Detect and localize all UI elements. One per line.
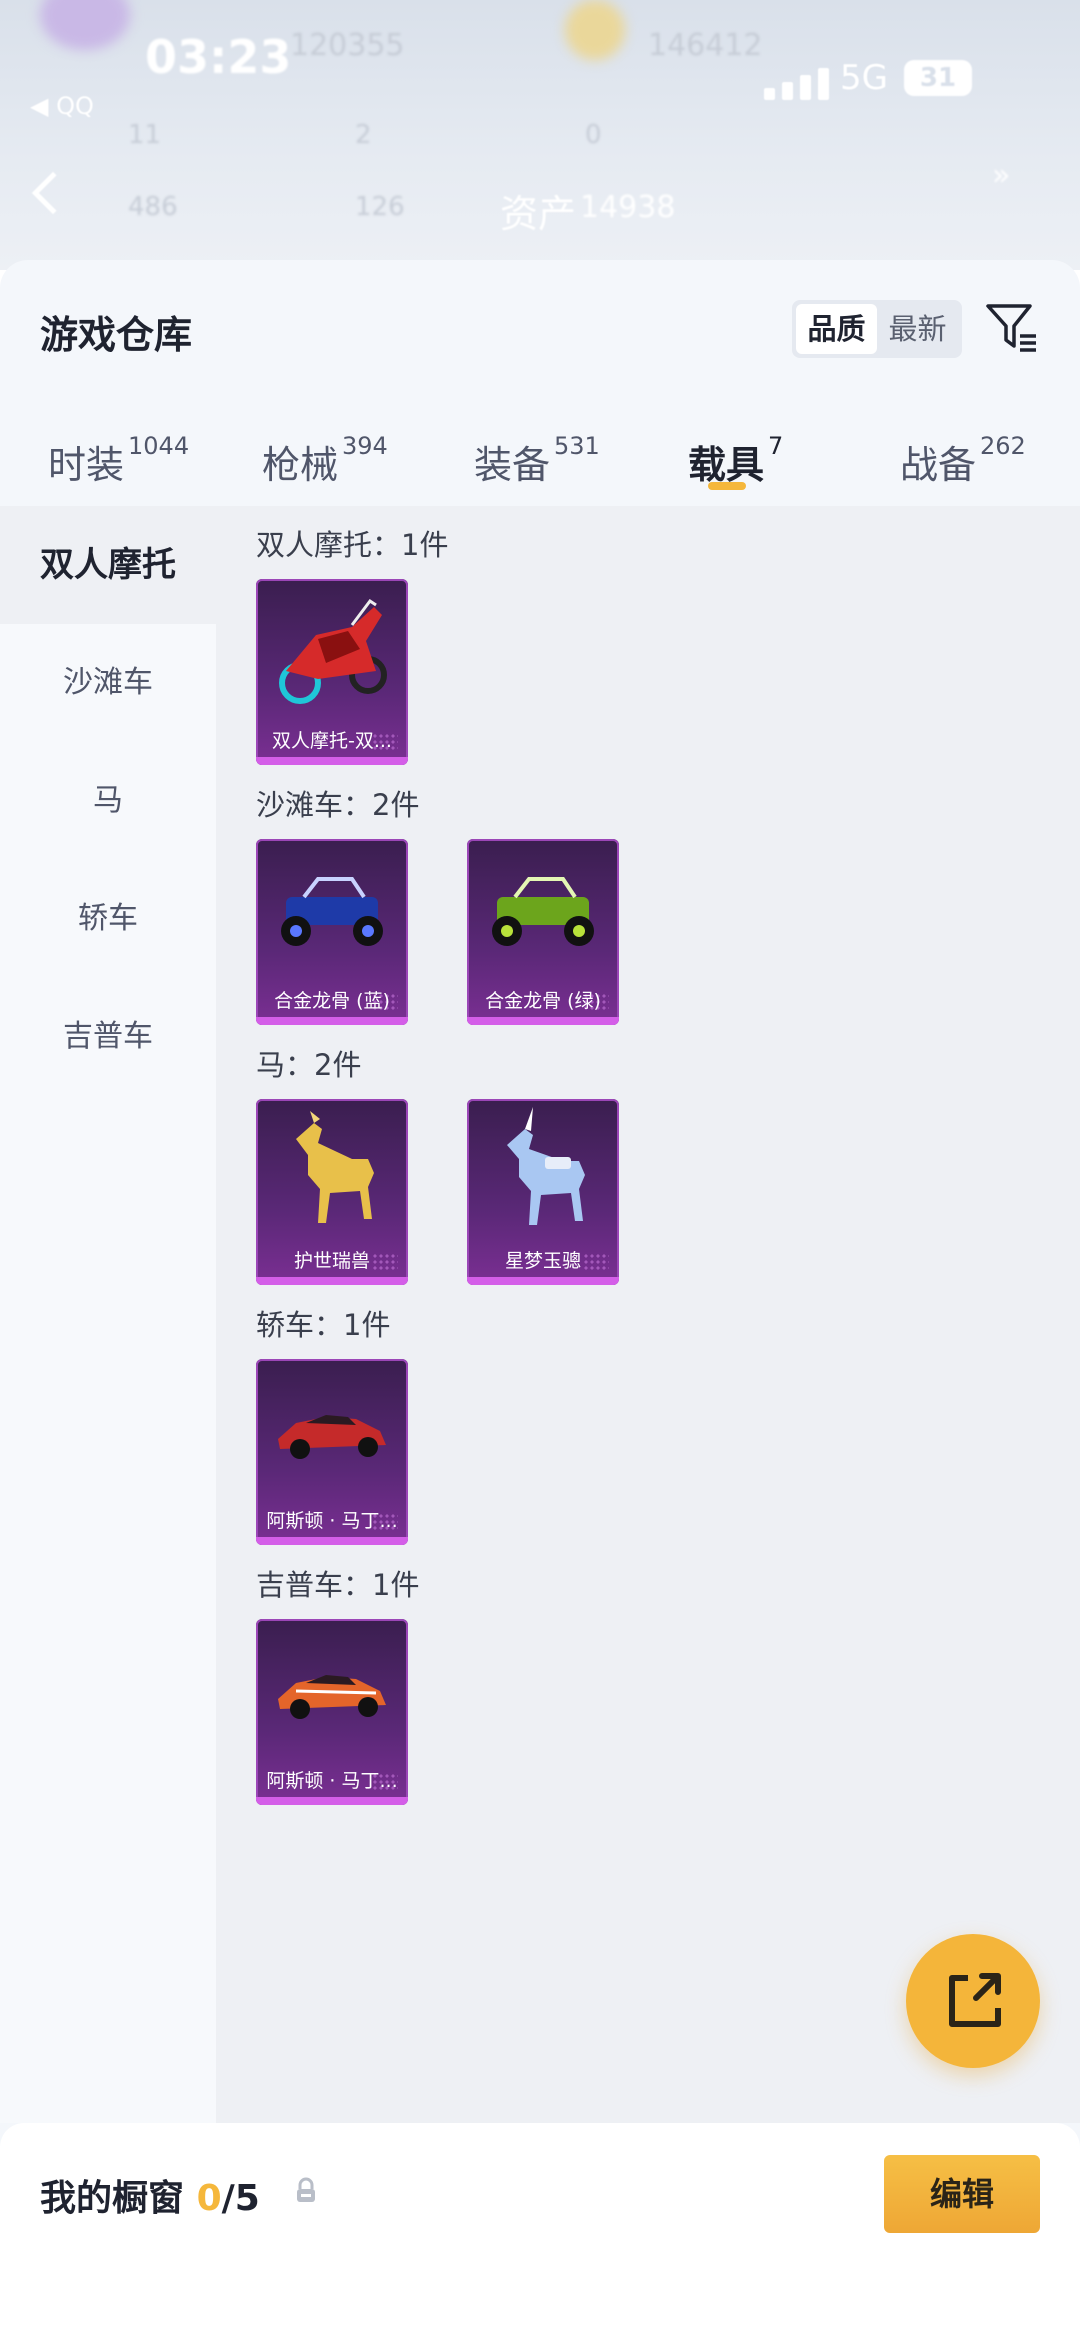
- tab-count: 7: [768, 432, 784, 460]
- tab-label: 载具: [688, 443, 765, 487]
- tab-label: 时装: [48, 443, 125, 487]
- item-name: 星梦玉骢: [504, 1250, 581, 1272]
- count-5: 126: [355, 192, 405, 222]
- item-card[interactable]: 护世瑞兽: [256, 1099, 408, 1285]
- showcase-label: 我的橱窗 0/5: [40, 2169, 260, 2221]
- count-1: 11: [128, 120, 162, 150]
- section-title: 沙滩车：2件: [256, 788, 420, 822]
- count-2: 2: [355, 120, 372, 150]
- tab-count: 531: [554, 432, 600, 460]
- item-grid: 双人摩托：1件 双人摩托-双... 沙滩车：2件 合金龙骨 (蓝) 合金龙骨 (…: [216, 506, 1080, 2123]
- car-icon: [278, 1675, 386, 1719]
- unicorn-icon: [507, 1107, 585, 1225]
- network-label: 5G: [840, 58, 888, 98]
- item-name: 合金龙骨 (绿): [485, 990, 601, 1012]
- count-3: 0: [585, 120, 602, 150]
- sidebar-item-jeep[interactable]: 吉普车: [0, 978, 216, 1096]
- motorcycle-icon: [279, 598, 387, 704]
- section-title: 吉普车：1件: [256, 1568, 420, 1602]
- category-tabs: 时装 1044 枪械 394 装备 531 载具 7 战备 262: [0, 410, 1080, 506]
- showcase-current: 0: [196, 2178, 222, 2219]
- share-icon: [949, 1973, 1001, 2027]
- avatar-blur: [40, 0, 130, 50]
- item-card[interactable]: 双人摩托-双...: [256, 579, 408, 765]
- showcase-total: /5: [221, 2178, 260, 2219]
- edit-button[interactable]: 编辑: [884, 2155, 1040, 2233]
- sidebar-item-beach-buggy[interactable]: 沙滩车: [0, 624, 216, 742]
- item-card[interactable]: 合金龙骨 (蓝): [256, 839, 408, 1025]
- tab-count: 262: [980, 432, 1026, 460]
- item-card[interactable]: 阿斯顿 · 马丁...: [256, 1359, 408, 1545]
- item-name: 护世瑞兽: [293, 1250, 370, 1272]
- tab-equipment[interactable]: 装备 531: [474, 432, 600, 494]
- badge-blur: [565, 0, 625, 60]
- showcase-bar: 我的橱窗 0/5 编辑: [0, 2123, 1080, 2347]
- horse-icon: [296, 1111, 374, 1223]
- buggy-icon: [281, 877, 383, 946]
- showcase-title: 我的橱窗: [40, 2178, 185, 2219]
- sort-latest-button[interactable]: 最新: [877, 304, 958, 354]
- tab-weapons[interactable]: 枪械 394: [262, 432, 388, 494]
- tab-label: 战备: [900, 443, 977, 487]
- item-card[interactable]: 星梦玉骢: [467, 1099, 619, 1285]
- section-title: 双人摩托：1件: [256, 528, 449, 562]
- sort-toggle: 品质 最新: [792, 300, 962, 358]
- item-name: 双人摩托-双...: [272, 730, 392, 752]
- count-4: 486: [128, 192, 178, 222]
- item-card[interactable]: 合金龙骨 (绿): [467, 839, 619, 1025]
- sort-quality-button[interactable]: 品质: [796, 304, 877, 354]
- back-to-app-link[interactable]: ◀ QQ: [30, 92, 94, 120]
- app-root: 120355 146412 11 2 0 486 126 03:23 ◀ QQ …: [0, 0, 1080, 2347]
- asset-label: 资产: [500, 192, 577, 236]
- background-header: 120355 146412 11 2 0 486 126 03:23 ◀ QQ …: [0, 0, 1080, 270]
- car-icon: [278, 1415, 386, 1459]
- status-time: 03:23: [145, 30, 292, 84]
- sheet-title: 游戏仓库: [40, 313, 193, 357]
- subcategory-sidebar: 双人摩托 沙滩车 马 轿车 吉普车: [0, 506, 216, 2123]
- warehouse-body: 双人摩托 沙滩车 马 轿车 吉普车 双人摩托：1件 双人摩托-双... 沙滩车：…: [0, 506, 1080, 2123]
- active-tab-indicator: [708, 482, 746, 490]
- sidebar-item-horse[interactable]: 马: [0, 742, 216, 860]
- double-chevron-icon[interactable]: »: [992, 158, 1010, 193]
- sidebar-item-sedan[interactable]: 轿车: [0, 860, 216, 978]
- tab-count: 394: [342, 432, 388, 460]
- item-name: 阿斯顿 · 马丁...: [266, 1770, 398, 1792]
- section-title: 马：2件: [256, 1048, 362, 1082]
- signal-icon: [764, 68, 830, 100]
- tab-count: 1044: [128, 432, 190, 460]
- stat-b: 146412: [648, 28, 763, 63]
- item-name: 合金龙骨 (蓝): [274, 990, 390, 1012]
- item-name: 阿斯顿 · 马丁...: [266, 1510, 398, 1532]
- battery-icon: 31: [904, 60, 972, 96]
- sidebar-item-tandem-motorcycle[interactable]: 双人摩托: [0, 506, 216, 624]
- stat-a: 120355: [290, 28, 405, 63]
- tab-label: 枪械: [262, 443, 339, 487]
- asset-value: 14938: [580, 190, 676, 225]
- buggy-icon: [492, 877, 594, 946]
- filter-icon[interactable]: [984, 300, 1040, 356]
- tab-supplies[interactable]: 战备 262: [900, 432, 1026, 494]
- back-arrow-icon[interactable]: [31, 171, 75, 215]
- share-button[interactable]: [906, 1934, 1040, 2068]
- item-card[interactable]: 阿斯顿 · 马丁...: [256, 1619, 408, 1805]
- lock-icon: [297, 2177, 315, 2202]
- tab-label: 装备: [474, 443, 551, 487]
- section-title: 轿车：1件: [256, 1308, 391, 1342]
- tab-fashion[interactable]: 时装 1044: [48, 432, 190, 494]
